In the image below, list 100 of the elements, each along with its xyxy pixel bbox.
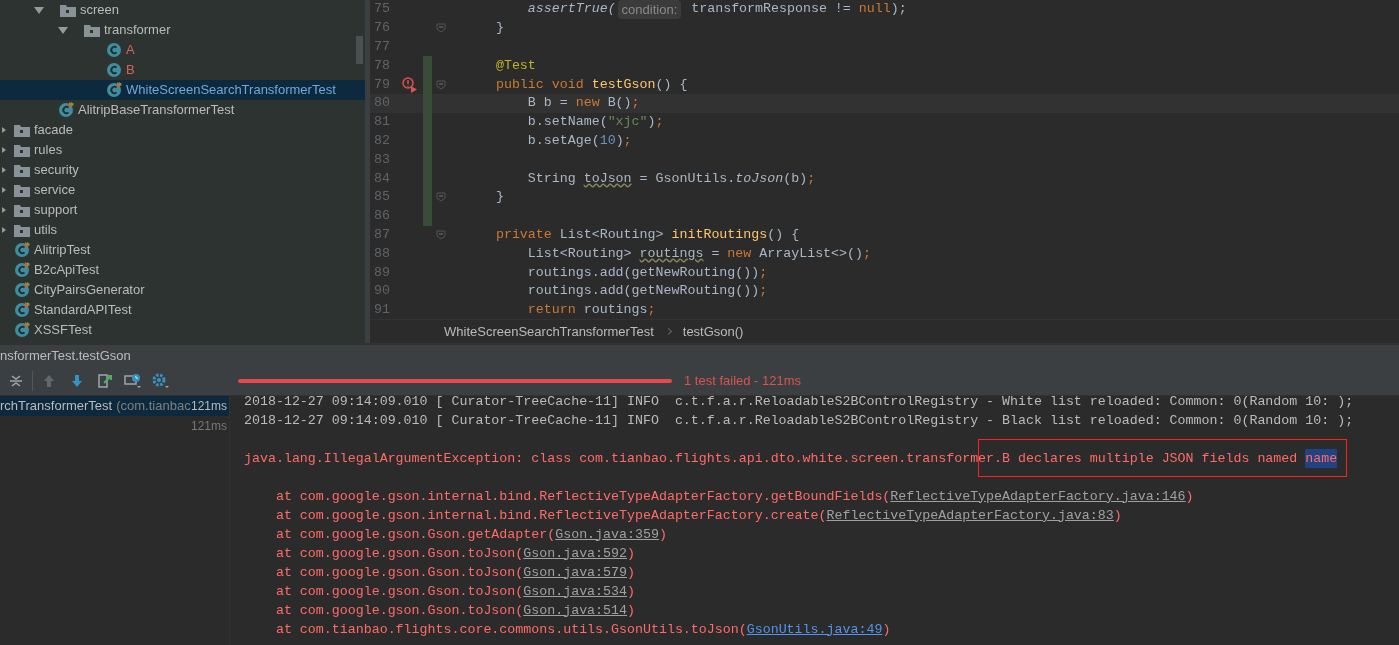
tree-item[interactable]: B [0, 60, 365, 80]
tree-item[interactable]: support [0, 200, 365, 220]
console-line: 2018-12-27 09:14:09.010 [ Curator-TreeCache-11] INFO c.t.f.a.r.ReloadableS2BControlRegistry - Black list reloaded: Common: 0(Random 10: ); [244, 412, 1355, 430]
source-link[interactable]: Gson.java:579 [523, 562, 627, 583]
change-marker[interactable] [423, 56, 432, 76]
line-number: 86 [373, 207, 391, 226]
expand-arrow-icon[interactable] [58, 26, 68, 34]
collapse-arrow-icon[interactable] [2, 127, 6, 133]
test-class-icon [58, 102, 74, 118]
line-number: 87 [373, 226, 391, 244]
tree-item[interactable]: transformer [0, 20, 365, 40]
source-link[interactable]: GsonUtils.java:49 [746, 619, 883, 640]
breadcrumb[interactable]: WhiteScreenSearchTransformerTest [444, 321, 654, 342]
code-line: routings.add(getNewRouting()); [526, 263, 768, 282]
line-number: 75 [373, 0, 391, 19]
fold-icon[interactable] [436, 192, 446, 203]
code-line: routings.add(getNewRouting()); [526, 282, 768, 301]
collapse-arrow-icon[interactable] [2, 207, 6, 213]
test-result-item[interactable]: rchTransformerTest (com.tianbac121ms [0, 396, 229, 416]
tree-item-label: StandardAPITest [34, 301, 132, 320]
tree-item[interactable]: screen [0, 0, 365, 20]
test-status: 1 test failed - 121ms [684, 371, 802, 390]
source-link[interactable]: ReflectiveTypeAdapterFactory.java:83 [826, 505, 1114, 526]
scrollbar-thumb[interactable] [356, 36, 363, 64]
test-duration: 121ms [190, 398, 227, 415]
stack-trace-line: at com.google.gson.Gson.toJson( [274, 563, 524, 582]
tree-item-label: AlitripTest [34, 241, 91, 260]
source-link[interactable]: Gson.java:534 [523, 581, 627, 602]
source-link[interactable]: Gson.java:359 [555, 524, 659, 545]
run-panel-title: nsformerTest.testGson [0, 346, 131, 365]
source-link[interactable]: ReflectiveTypeAdapterFactory.java:146 [890, 486, 1186, 507]
test-class-icon [14, 262, 30, 278]
tree-item[interactable]: AlitripTest [0, 240, 365, 260]
fold-icon[interactable] [436, 23, 446, 34]
code-line: public void testGson() { [494, 75, 688, 94]
collapse-arrow-icon[interactable] [2, 147, 6, 153]
code-text: transformResponse != [690, 0, 852, 19]
fold-icon[interactable] [436, 229, 446, 240]
line-number: 91 [373, 301, 391, 319]
line-number: 81 [373, 113, 391, 132]
line-number: 79 [373, 75, 391, 94]
code-text: null [858, 0, 891, 19]
change-marker[interactable] [423, 206, 432, 226]
folder-icon [14, 183, 30, 197]
stack-trace-line: at com.google.gson.internal.bind.ReflectiveTypeAdapterFactory.create( [274, 506, 827, 525]
source-link[interactable]: Gson.java:514 [523, 600, 627, 621]
up-arrow-icon [42, 373, 56, 388]
source-link[interactable]: Gson.java:592 [523, 543, 627, 564]
tree-item-label: facade [34, 121, 74, 140]
tree-item[interactable]: service [0, 180, 365, 200]
tree-item[interactable]: utils [0, 220, 365, 240]
tree-item[interactable]: XSSFTest [0, 320, 365, 340]
closing-paren: ) [627, 582, 635, 601]
code-line: } [494, 188, 504, 207]
parameter-hint: condition: [617, 0, 682, 20]
code-line: String toJson = GsonUtils.toJson(b); [526, 169, 816, 188]
closing-paren: ) [627, 544, 635, 563]
tree-item[interactable]: StandardAPITest [0, 300, 365, 320]
code-line: private List<Routing> initRoutings() { [494, 226, 800, 244]
code-line: b.setName("xjc"); [526, 113, 664, 132]
error-gutter-icon[interactable] [402, 76, 418, 93]
tree-item-label: XSSFTest [34, 321, 92, 340]
tree-item[interactable]: A [0, 40, 365, 60]
collapse-arrow-icon[interactable] [2, 227, 6, 233]
folder-icon [14, 203, 30, 217]
tree-item-label: B2cApiTest [34, 261, 100, 280]
folder-icon [14, 163, 30, 177]
folder-icon [14, 143, 30, 157]
line-number: 85 [373, 188, 391, 207]
gear-icon [152, 372, 170, 389]
tree-item-label: security [34, 161, 79, 180]
code-line: } [494, 19, 504, 38]
closing-paren: ) [1185, 487, 1194, 506]
tree-item[interactable]: AlitripBaseTransformerTest [0, 100, 365, 120]
tree-item[interactable]: rules [0, 140, 365, 160]
tree-item[interactable]: B2cApiTest [0, 260, 365, 280]
tree-item[interactable]: security [0, 160, 365, 180]
fold-icon[interactable] [436, 79, 446, 90]
folder-icon [14, 123, 30, 137]
line-number: 90 [373, 282, 391, 301]
collapse-arrow-icon[interactable] [2, 167, 6, 173]
folder-icon [14, 223, 30, 237]
line-number: 77 [373, 38, 391, 57]
expand-arrow-icon[interactable] [34, 6, 44, 14]
folder-icon [84, 23, 100, 37]
stack-trace-line: at com.google.gson.Gson.toJson( [274, 544, 524, 563]
console-line: 2018-12-27 09:14:09.010 [ Curator-TreeCache-11] INFO c.t.f.a.r.ReloadableS2BControlRegistry - White list reloaded: Common: 0(Random 10: ); [244, 396, 1355, 411]
code-text: ); [890, 0, 907, 19]
collapse-arrow-icon[interactable] [2, 187, 6, 193]
line-number: 84 [373, 169, 391, 188]
tree-item-label: A [126, 41, 135, 60]
code-line: List<Routing> routings = new ArrayList<>(); [526, 244, 871, 263]
tree-item[interactable]: facade [0, 120, 365, 140]
code-editor[interactable] [370, 0, 1399, 319]
tree-item-label: AlitripBaseTransformerTest [78, 101, 235, 120]
tree-item[interactable]: WhiteScreenSearchTransformerTest [0, 80, 365, 100]
breadcrumb[interactable]: testGson() [682, 321, 744, 342]
export-icon [97, 372, 113, 389]
tree-item[interactable]: CityPairsGenerator [0, 280, 365, 300]
tree-item-label: B [126, 61, 135, 80]
